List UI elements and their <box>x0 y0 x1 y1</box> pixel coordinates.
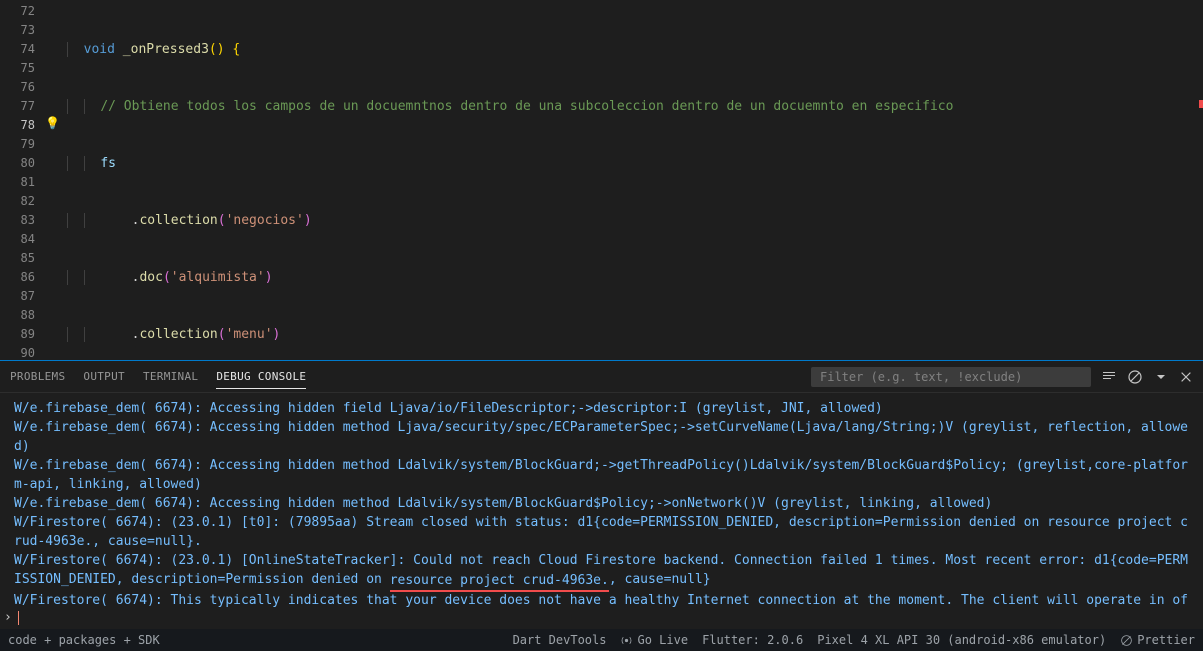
overview-ruler-error[interactable] <box>1199 100 1203 108</box>
console-line: W/e.firebase_dem( 6674): Accessing hidde… <box>14 399 1189 418</box>
status-prettier[interactable]: Prettier <box>1120 633 1195 647</box>
console-line: W/e.firebase_dem( 6674): Accessing hidde… <box>14 494 1189 513</box>
editor-pane: 72 73 74 75 76 77 78 79 80 81 82 83 84 8… <box>0 0 1203 360</box>
line-number[interactable]: 81 <box>0 173 35 192</box>
line-number[interactable]: 86 <box>0 268 35 287</box>
line-number[interactable]: 75 <box>0 59 35 78</box>
clear-console-icon[interactable] <box>1127 369 1143 385</box>
line-number[interactable]: 80 <box>0 154 35 173</box>
line-number[interactable]: 85 <box>0 249 35 268</box>
panel-tabbar: PROBLEMS OUTPUT TERMINAL DEBUG CONSOLE <box>0 361 1203 393</box>
text-cursor <box>18 611 19 625</box>
tab-problems[interactable]: PROBLEMS <box>10 365 65 388</box>
word-wrap-icon[interactable] <box>1101 369 1117 385</box>
line-number[interactable]: 78 <box>0 116 35 135</box>
console-line: W/Firestore( 6674): This typically indic… <box>14 591 1189 610</box>
line-number[interactable]: 87 <box>0 287 35 306</box>
tab-debug-console[interactable]: DEBUG CONSOLE <box>216 365 306 389</box>
console-line: W/Firestore( 6674): (23.0.1) [t0]: (7989… <box>14 513 1189 551</box>
line-number[interactable]: 74 <box>0 40 35 59</box>
status-dart-devtools[interactable]: Dart DevTools <box>513 633 607 647</box>
line-number[interactable]: 89 <box>0 325 35 344</box>
prompt-chevron-icon: › <box>4 610 12 625</box>
line-number[interactable]: 88 <box>0 306 35 325</box>
code-editor[interactable]: void _onPressed3() { // Obtiene todos lo… <box>63 0 1203 360</box>
line-gutter: 72 73 74 75 76 77 78 79 80 81 82 83 84 8… <box>0 0 45 360</box>
debug-console-input[interactable]: › <box>0 610 1203 629</box>
error-underline: resource project crud-4963e. <box>390 571 609 592</box>
line-number[interactable]: 84 <box>0 230 35 249</box>
lightbulb-icon[interactable]: 💡 <box>45 116 60 130</box>
bottom-panel: PROBLEMS OUTPUT TERMINAL DEBUG CONSOLE W… <box>0 361 1203 629</box>
tab-output[interactable]: OUTPUT <box>83 365 125 388</box>
prettier-disabled-icon <box>1120 634 1133 647</box>
line-number[interactable]: 83 <box>0 211 35 230</box>
console-line: W/e.firebase_dem( 6674): Accessing hidde… <box>14 418 1189 456</box>
line-number[interactable]: 77 <box>0 97 35 116</box>
chevron-down-icon[interactable] <box>1153 369 1169 385</box>
line-number[interactable]: 90 <box>0 344 35 360</box>
console-filter-input[interactable] <box>811 367 1091 387</box>
close-panel-icon[interactable] <box>1179 370 1193 384</box>
line-number[interactable]: 79 <box>0 135 35 154</box>
debug-console-output[interactable]: W/e.firebase_dem( 6674): Accessing hidde… <box>0 393 1203 610</box>
tab-terminal[interactable]: TERMINAL <box>143 365 198 388</box>
status-device[interactable]: Pixel 4 XL API 30 (android-x86 emulator) <box>817 633 1106 647</box>
glyph-margin: 💡 <box>45 0 63 360</box>
line-number[interactable]: 72 <box>0 2 35 21</box>
broadcast-icon <box>620 634 633 647</box>
status-flutter-version[interactable]: Flutter: 2.0.6 <box>702 633 803 647</box>
console-line: W/Firestore( 6674): (23.0.1) [OnlineStat… <box>14 551 1189 591</box>
status-bar: code + packages + SDK Dart DevTools Go L… <box>0 629 1203 651</box>
console-line: W/e.firebase_dem( 6674): Accessing hidde… <box>14 456 1189 494</box>
line-number[interactable]: 82 <box>0 192 35 211</box>
line-number[interactable]: 76 <box>0 78 35 97</box>
status-scope[interactable]: code + packages + SDK <box>8 633 160 647</box>
line-number[interactable]: 73 <box>0 21 35 40</box>
status-go-live[interactable]: Go Live <box>620 633 688 647</box>
